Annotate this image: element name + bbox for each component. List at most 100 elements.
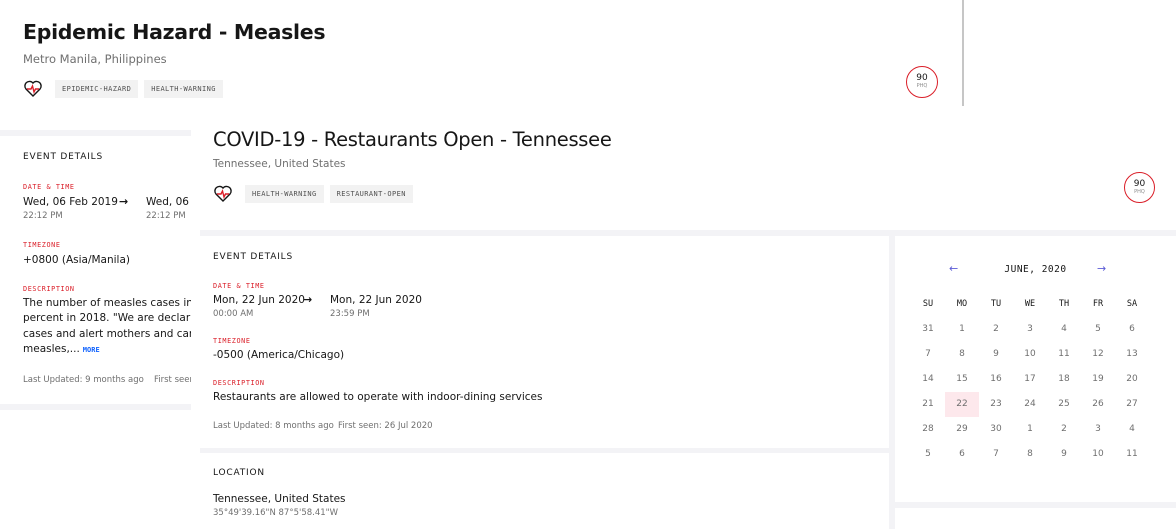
event-title: Epidemic Hazard - Measles <box>23 20 326 44</box>
calendar-day[interactable]: 12 <box>1081 342 1115 367</box>
description-line: percent in 2018. "We are declaring a <box>23 312 217 324</box>
calendar-day[interactable]: 17 <box>1013 367 1047 392</box>
calendar-day[interactable]: 18 <box>1047 367 1081 392</box>
calendar-grid: SU MO TU WE TH FR SA 31 1 2 3 4 5 6 7 8 9 10 11 12 13 14 15 16 1… <box>911 292 1149 467</box>
calendar-day[interactable]: 30 <box>979 417 1013 442</box>
calendar-day[interactable]: 5 <box>1081 317 1115 342</box>
calendar-day-selected[interactable]: 22 <box>945 392 979 417</box>
end-time: 23:59 PM <box>330 309 370 319</box>
calendar-day[interactable]: 14 <box>911 367 945 392</box>
event-location: Metro Manila, Philippines <box>23 52 167 66</box>
measles-lower-panel <box>0 410 200 529</box>
calendar-day[interactable]: 3 <box>1081 417 1115 442</box>
calendar-day[interactable]: 9 <box>1047 442 1081 467</box>
score-value: 90 <box>916 73 928 83</box>
tag-epidemic-hazard[interactable]: EPIDEMIC-HAZARD <box>55 80 139 98</box>
end-date: Mon, 22 Jun 2020 <box>330 294 422 306</box>
description-line: cases and alert mothers and caregiv <box>23 328 216 340</box>
details-heading: EVENT DETAILS <box>213 252 293 262</box>
description-text: measles,... <box>23 343 80 355</box>
calendar-day[interactable]: 23 <box>979 392 1013 417</box>
lower-right-panel <box>895 508 1176 529</box>
weekday-header: SU <box>922 299 934 309</box>
tag-health-warning[interactable]: HEALTH-WARNING <box>245 185 324 203</box>
phq-score-badge: 90 PHQ <box>906 66 938 98</box>
start-time: 22:12 PM <box>23 211 63 221</box>
tag-restaurant-open[interactable]: RESTAURANT-OPEN <box>329 185 413 203</box>
calendar-day[interactable]: 29 <box>945 417 979 442</box>
location-heading: LOCATION <box>213 468 265 478</box>
location-panel: LOCATION Tennessee, United States 35°49'… <box>191 453 889 529</box>
calendar-day[interactable]: 21 <box>911 392 945 417</box>
start-date: Mon, 22 Jun 2020 <box>213 294 305 306</box>
health-heart-icon <box>214 185 232 202</box>
calendar-day[interactable]: 26 <box>1081 392 1115 417</box>
weekday-header: TU <box>990 299 1002 309</box>
arrow-right-icon: → <box>119 195 129 208</box>
calendar-day[interactable]: 31 <box>911 317 945 342</box>
arrow-right-icon: → <box>303 293 313 306</box>
calendar-day[interactable]: 25 <box>1047 392 1081 417</box>
health-heart-icon <box>24 80 42 97</box>
weekday-header: TH <box>1058 299 1070 309</box>
event-title: COVID-19 - Restaurants Open - Tennessee <box>213 128 612 151</box>
calendar-day[interactable]: 11 <box>1115 442 1149 467</box>
calendar-day[interactable]: 20 <box>1115 367 1149 392</box>
calendar-day[interactable]: 1 <box>1013 417 1047 442</box>
first-seen: First seen: 26 Jul 2020 <box>338 421 433 431</box>
calendar-day[interactable]: 15 <box>945 367 979 392</box>
calendar-day[interactable]: 2 <box>1047 417 1081 442</box>
calendar-day[interactable]: 6 <box>945 442 979 467</box>
weekday-header: FR <box>1092 299 1104 309</box>
calendar-day[interactable]: 5 <box>911 442 945 467</box>
calendar-day[interactable]: 16 <box>979 367 1013 392</box>
date-time-label: DATE & TIME <box>213 282 265 290</box>
arrow-right-icon[interactable]: → <box>1097 262 1106 275</box>
covid-event-header: COVID-19 - Restaurants Open - Tennessee … <box>191 106 1176 230</box>
weekday-header: WE <box>1024 299 1036 309</box>
calendar-day[interactable]: 8 <box>1013 442 1047 467</box>
tag-health-warning[interactable]: HEALTH-WARNING <box>144 80 223 98</box>
calendar-day[interactable]: 13 <box>1115 342 1149 367</box>
timezone-label: TIMEZONE <box>23 241 61 249</box>
calendar-day[interactable]: 24 <box>1013 392 1047 417</box>
calendar-day[interactable]: 10 <box>1013 342 1047 367</box>
tag-row: EPIDEMIC-HAZARD HEALTH-WARNING <box>23 80 223 98</box>
end-time: 22:12 PM <box>146 211 186 221</box>
score-unit: PHQ <box>916 83 928 89</box>
start-date: Wed, 06 Feb 2019 <box>23 196 118 208</box>
calendar-day[interactable]: 11 <box>1047 342 1081 367</box>
more-link[interactable]: MORE <box>83 346 100 354</box>
description-text: Restaurants are allowed to operate with … <box>213 391 543 403</box>
timezone-label: TIMEZONE <box>213 337 251 345</box>
side-panel <box>964 0 1176 106</box>
calendar-day[interactable]: 7 <box>979 442 1013 467</box>
details-heading: EVENT DETAILS <box>23 152 103 162</box>
last-updated: Last Updated: 9 months ago <box>23 375 144 385</box>
score-unit: PHQ <box>1134 189 1145 195</box>
calendar-day[interactable]: 6 <box>1115 317 1149 342</box>
calendar-day[interactable]: 9 <box>979 342 1013 367</box>
calendar-day[interactable]: 19 <box>1081 367 1115 392</box>
date-time-label: DATE & TIME <box>23 183 75 191</box>
calendar-day[interactable]: 4 <box>1047 317 1081 342</box>
calendar-day[interactable]: 8 <box>945 342 979 367</box>
score-value: 90 <box>1133 179 1146 189</box>
calendar-day[interactable]: 2 <box>979 317 1013 342</box>
calendar-panel: ← JUNE, 2020 → SU MO TU WE TH FR SA 31 1 2 3 4 5 6 7 8 9… <box>895 236 1176 502</box>
timezone-value: -0500 (America/Chicago) <box>213 349 345 361</box>
calendar-day[interactable]: 28 <box>911 417 945 442</box>
start-time: 00:00 AM <box>213 309 254 319</box>
location-coordinates: 35°49'39.16"N 87°5'58.41"W <box>213 508 338 518</box>
calendar-day[interactable]: 27 <box>1115 392 1149 417</box>
description-line-last: measles,... MORE <box>23 343 100 355</box>
calendar-day[interactable]: 1 <box>945 317 979 342</box>
calendar-day[interactable]: 4 <box>1115 417 1149 442</box>
weekday-header: SA <box>1126 299 1138 309</box>
tag-row: HEALTH-WARNING RESTAURANT-OPEN <box>213 185 413 203</box>
measles-details-panel: EVENT DETAILS DATE & TIME Wed, 06 Feb 20… <box>0 136 216 404</box>
calendar-month-label: JUNE, 2020 <box>1004 264 1067 275</box>
calendar-day[interactable]: 10 <box>1081 442 1115 467</box>
calendar-day[interactable]: 7 <box>911 342 945 367</box>
calendar-day[interactable]: 3 <box>1013 317 1047 342</box>
